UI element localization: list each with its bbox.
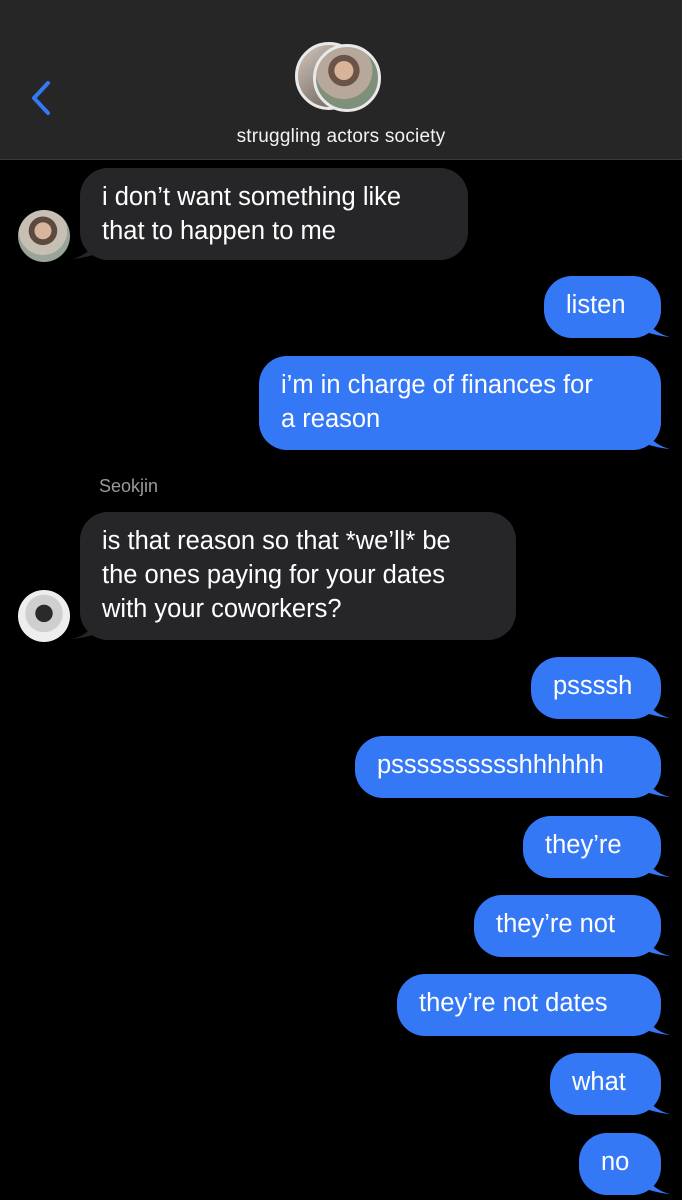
message-bubble-outgoing[interactable]: they’re not dates: [397, 974, 661, 1036]
sender-avatar[interactable]: [18, 210, 70, 262]
bubble-tail: [646, 1093, 670, 1114]
bubble-tail: [646, 428, 670, 449]
chat-header: struggling actors society: [0, 0, 682, 160]
bubble-tail: [646, 776, 670, 797]
back-button[interactable]: [26, 76, 56, 120]
message-bubble-outgoing[interactable]: they’re: [523, 816, 661, 878]
message-bubble-outgoing[interactable]: psssssssssshhhhhh: [355, 736, 661, 798]
bubble-tail: [646, 697, 670, 718]
bubble-tail: [646, 1014, 670, 1035]
message-bubble-incoming[interactable]: i don’t want something like that to happ…: [80, 168, 468, 260]
group-avatar-front: [313, 44, 381, 112]
message-bubble-incoming[interactable]: is that reason so that *we’ll* be the on…: [80, 512, 516, 640]
sender-avatar[interactable]: [18, 590, 70, 642]
bubble-tail: [646, 935, 670, 956]
sender-name: Seokjin: [99, 476, 159, 496]
message-bubble-outgoing[interactable]: pssssh: [531, 657, 661, 719]
bubble-tail: [72, 238, 96, 259]
bubble-tail: [646, 1173, 670, 1194]
message-bubble-outgoing[interactable]: they’re not: [474, 895, 661, 957]
bubble-tail: [72, 618, 96, 639]
chat-title[interactable]: struggling actors society: [0, 126, 682, 148]
message-bubble-outgoing[interactable]: what: [550, 1053, 661, 1115]
message-bubble-outgoing[interactable]: listen: [544, 276, 661, 338]
bubble-tail: [646, 856, 670, 877]
bubble-tail: [646, 316, 670, 337]
group-avatar[interactable]: [295, 42, 389, 114]
message-bubble-outgoing[interactable]: i’m in charge of finances for a reason: [259, 356, 661, 450]
chevron-left-icon: [32, 81, 50, 115]
